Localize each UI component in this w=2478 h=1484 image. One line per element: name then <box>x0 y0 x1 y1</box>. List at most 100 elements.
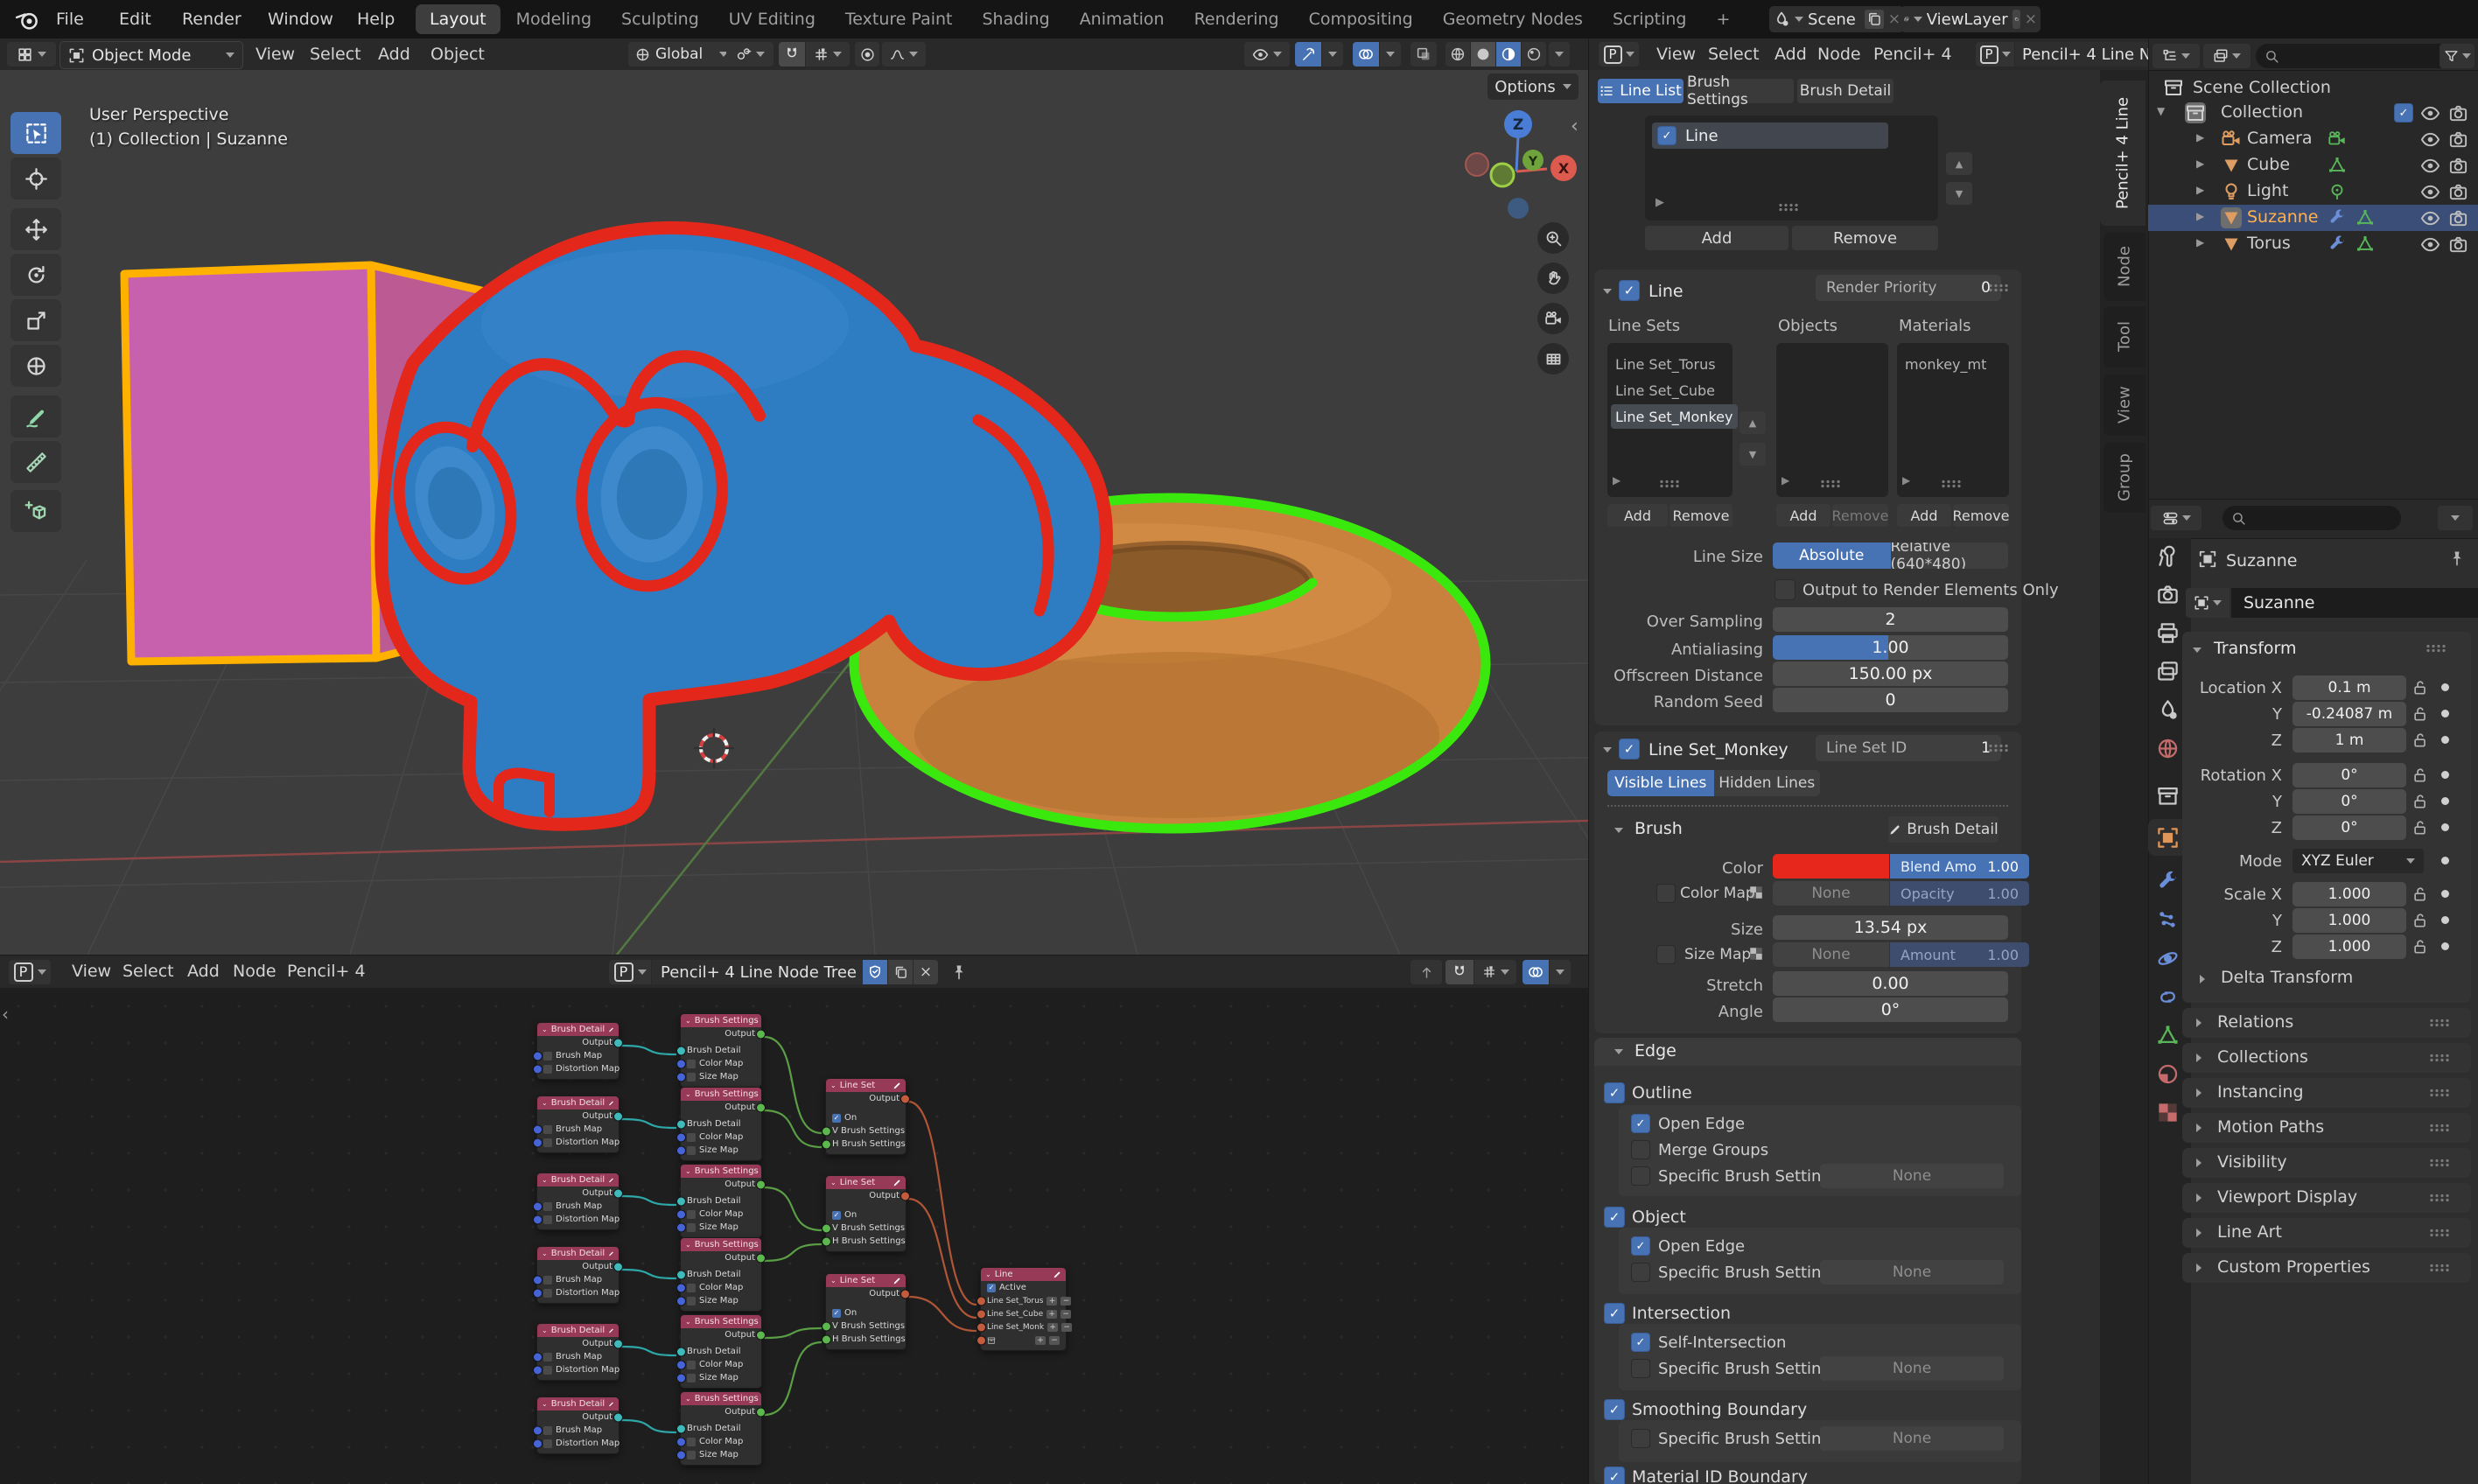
panel-visibility[interactable]: Visibility <box>2182 1148 2471 1178</box>
disable-render-icon[interactable] <box>2448 130 2468 150</box>
viewport-menu-add[interactable]: Add <box>378 38 410 70</box>
panel-line-art[interactable]: Line Art <box>2182 1218 2471 1248</box>
workspace-tab-compositing[interactable]: Compositing <box>1295 4 1427 34</box>
materials-expand-icon[interactable]: ▶ <box>1902 474 1910 486</box>
expand-arrow[interactable]: ▶ <box>2196 210 2204 222</box>
rail-constraints-tab[interactable] <box>2156 985 2180 1009</box>
transform-value-field[interactable]: 1.000 <box>2292 908 2406 933</box>
viewlayer-selector[interactable]: ViewLayer × <box>1900 6 2040 32</box>
snap-toggle[interactable] <box>779 42 805 66</box>
animate-dot[interactable] <box>2441 857 2449 864</box>
unlink-tree-button[interactable]: × <box>914 960 938 984</box>
animate-dot[interactable] <box>2441 683 2449 691</box>
line-set-panel-grip[interactable] <box>1988 744 2009 752</box>
line-list-down-button[interactable]: ▼ <box>1946 182 1972 205</box>
node-snap-dropdown[interactable] <box>1474 960 1516 984</box>
node-line-set[interactable]: ⌄Line SetOutput✓OnV Brush SettingsH Brus… <box>825 1175 906 1252</box>
properties-pin-icon[interactable] <box>2448 550 2466 567</box>
line-sets-remove-button[interactable]: Remove <box>1670 504 1732 527</box>
editor-type-button[interactable] <box>7 42 56 66</box>
movcam-data-icon[interactable] <box>2328 130 2347 149</box>
node-menu-pencil4[interactable]: Pencil+ 4 <box>287 956 366 987</box>
node-menu-select[interactable]: Select <box>122 956 174 987</box>
tool-move[interactable] <box>10 208 61 250</box>
material-item-monkey-mt[interactable]: monkey_mt <box>1900 352 2014 376</box>
panel-relations[interactable]: Relations <box>2182 1008 2471 1038</box>
rail-viewlayer-tab[interactable] <box>2156 660 2180 683</box>
pencil-tab-brush-detail[interactable]: Brush Detail <box>1797 79 1894 103</box>
color-map-checkbox[interactable]: ✓ <box>1656 884 1676 903</box>
hide-eye-icon[interactable] <box>2420 130 2440 150</box>
hide-eye-icon[interactable] <box>2420 156 2440 176</box>
outliner-filter-mode[interactable] <box>2203 44 2250 68</box>
workspace-tab-shading[interactable]: Shading <box>969 4 1064 34</box>
suzanne-label[interactable]: Suzanne <box>2247 207 2319 227</box>
wrench-data-icon[interactable] <box>2328 234 2347 254</box>
collection-label[interactable]: Collection <box>2221 102 2303 122</box>
rail-collection-tab[interactable] <box>2156 784 2180 808</box>
pencil-tab-line-list[interactable]: Line List <box>1598 79 1684 103</box>
menu-help[interactable]: Help <box>357 4 395 35</box>
snap-settings-dropdown[interactable] <box>806 42 850 66</box>
animate-dot[interactable] <box>2441 736 2449 744</box>
node-brush-settings[interactable]: ⌄Brush SettingsOutputBrush Detail✓Color … <box>680 1013 762 1088</box>
panel-grip[interactable] <box>2429 1194 2450 1202</box>
node-overlays-toggle[interactable] <box>1522 960 1549 984</box>
shading-wireframe[interactable] <box>1446 42 1470 66</box>
properties-options-dropdown[interactable] <box>2438 506 2473 530</box>
hide-eye-icon[interactable] <box>2420 234 2440 255</box>
edge-none-button[interactable]: None <box>1820 1164 2004 1188</box>
line-set-id-field[interactable]: Line Set ID1 <box>1816 735 2001 761</box>
lock-icon[interactable] <box>2412 679 2429 696</box>
panel-grip[interactable] <box>2429 1018 2450 1027</box>
edge-row-checkbox[interactable]: ✓ <box>1631 1166 1650 1186</box>
rail-tool-tab[interactable] <box>2156 544 2180 568</box>
line-sets-add-button[interactable]: Add <box>1607 504 1668 527</box>
shading-rendered[interactable] <box>1522 42 1546 66</box>
rail-render-tab[interactable] <box>2156 583 2180 606</box>
offscreen-field[interactable]: 150.00 px <box>1773 662 2008 686</box>
side-tab-view[interactable]: View <box>2104 374 2146 436</box>
animate-dot[interactable] <box>2441 797 2449 805</box>
animate-dot[interactable] <box>2441 942 2449 950</box>
properties-search[interactable] <box>2222 506 2401 530</box>
shading-material[interactable] <box>1496 42 1521 66</box>
shading-dropdown[interactable] <box>1549 42 1570 66</box>
outliner-row-light[interactable]: ▶Light <box>2148 178 2478 205</box>
node-tree-type-button[interactable]: P <box>609 960 651 984</box>
workspace-tab-rendering[interactable]: Rendering <box>1180 4 1293 34</box>
torus-label[interactable]: Torus <box>2247 234 2291 253</box>
lock-icon[interactable] <box>2412 766 2429 784</box>
edge-group-checkbox[interactable]: ✓ <box>1604 1082 1625 1103</box>
disable-render-icon[interactable] <box>2448 182 2468 202</box>
workspace-tab-layout[interactable]: Layout <box>416 4 500 34</box>
outliner-root-row[interactable]: Scene Collection <box>2148 75 2478 100</box>
rail-output-tab[interactable] <box>2156 621 2180 645</box>
expand-arrow[interactable]: ▶ <box>2196 158 2204 170</box>
transform-value-field[interactable]: 0° <box>2292 763 2406 788</box>
delta-transform-chevron[interactable] <box>2200 975 2205 984</box>
camera-label[interactable]: Camera <box>2247 129 2313 148</box>
node-overlays-dropdown[interactable] <box>1550 960 1571 984</box>
animate-dot[interactable] <box>2441 916 2449 924</box>
animate-dot[interactable] <box>2441 771 2449 779</box>
viewlayer-copy-icon[interactable] <box>2012 10 2020 29</box>
line-sets-grip[interactable] <box>1659 480 1680 488</box>
camera-view-button[interactable] <box>1537 303 1569 334</box>
workspace-tab-uv-editing[interactable]: UV Editing <box>715 4 830 34</box>
viewlayer-close-icon[interactable]: × <box>2025 10 2037 28</box>
menu-file[interactable]: File <box>56 4 84 35</box>
objects-grip[interactable] <box>1820 480 1841 488</box>
node-line-set[interactable]: ⌄Line SetOutput✓OnV Brush SettingsH Brus… <box>825 1273 906 1350</box>
objects-expand-icon[interactable]: ▶ <box>1782 474 1789 486</box>
tool-transform[interactable] <box>10 345 61 387</box>
animate-dot[interactable] <box>2441 890 2449 898</box>
node-menu-view[interactable]: View <box>72 956 111 987</box>
overlays-toggle[interactable] <box>1353 42 1379 66</box>
antialiasing-slider[interactable]: 1.00 <box>1773 635 2008 660</box>
tool-rotate[interactable] <box>10 254 61 296</box>
brush-detail-button[interactable]: Brush Detail <box>1888 816 1998 843</box>
viewport-menu-select[interactable]: Select <box>310 38 361 70</box>
pencil-tree-name[interactable]: Pencil+ 4 Line N <box>2015 42 2160 66</box>
edge-none-button[interactable]: None <box>1820 1260 2004 1284</box>
